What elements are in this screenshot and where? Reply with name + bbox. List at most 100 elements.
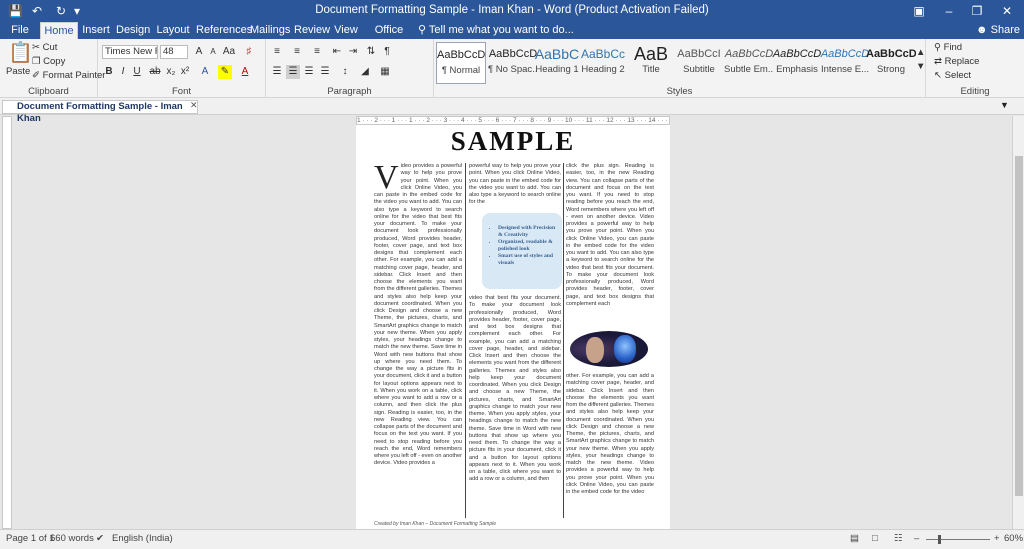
- horizontal-ruler[interactable]: 1 · · · 2 · · · 1 · · · 1 · · · 2 · · · …: [356, 116, 670, 125]
- bullet-list: Designed with Precision & Creativity Org…: [498, 225, 558, 267]
- read-mode-icon[interactable]: ▤: [850, 530, 859, 548]
- word-count[interactable]: 660 words: [50, 530, 94, 548]
- proofing-icon[interactable]: ✔: [96, 530, 104, 548]
- share-button[interactable]: ☻ Share: [976, 22, 1020, 39]
- line-spacing-icon[interactable]: ↕: [338, 65, 352, 79]
- column-2-top-text: powerful way to help you prove your poin…: [469, 163, 561, 206]
- tab-file[interactable]: File: [6, 22, 34, 39]
- zoom-slider-handle[interactable]: [938, 535, 941, 544]
- paste-icon[interactable]: 📋: [8, 43, 33, 63]
- tab-mailings[interactable]: Mailings: [250, 22, 290, 39]
- numbering-icon[interactable]: ≡: [290, 45, 304, 59]
- tab-review[interactable]: Review: [294, 22, 330, 39]
- underline-button[interactable]: U: [130, 65, 144, 79]
- cut-label: Cut: [42, 42, 58, 53]
- tab-list-dropdown-icon[interactable]: ▼: [1000, 100, 1009, 110]
- text-effects-icon[interactable]: A: [198, 65, 212, 79]
- show-marks-icon[interactable]: ¶: [380, 45, 394, 59]
- shading-icon[interactable]: ◢: [358, 65, 372, 79]
- justify-icon[interactable]: ☰: [318, 65, 332, 79]
- print-layout-icon[interactable]: □: [872, 530, 878, 548]
- tab-home[interactable]: Home: [40, 22, 78, 39]
- italic-button[interactable]: I: [116, 65, 130, 79]
- paragraph-group: ≡ ≡ ≡ ⇤ ⇥ ⇅ ¶ ☰ ☰ ☰ ☰ ↕ ◢ ▦ Paragraph: [266, 39, 434, 98]
- style-subtitle[interactable]: AaBbCcI Subtitle: [674, 42, 724, 84]
- document-tab[interactable]: Document Formatting Sample - Iman Khan: [2, 100, 198, 124]
- style-title[interactable]: AaB Title: [626, 42, 676, 84]
- format-painter-button[interactable]: ✐ Format Painter: [32, 70, 105, 82]
- tab-view[interactable]: View: [334, 22, 358, 39]
- scroll-thumb[interactable]: [1015, 156, 1023, 496]
- restore-button[interactable]: ❐: [962, 0, 992, 22]
- font-name-input[interactable]: Times New Ro: [102, 45, 158, 59]
- vertical-ruler[interactable]: [2, 116, 12, 529]
- align-left-icon[interactable]: ☰: [270, 65, 284, 79]
- replace-button[interactable]: ⇄ Replace: [934, 56, 979, 68]
- style-normal[interactable]: AaBbCcD ¶ Normal: [436, 42, 486, 84]
- clear-formatting-icon[interactable]: ♯: [242, 45, 256, 59]
- tell-me-box[interactable]: ⚲ Tell me what you want to do...: [418, 22, 574, 39]
- bullets-icon[interactable]: ≡: [270, 45, 284, 59]
- font-color-icon[interactable]: A: [238, 65, 252, 79]
- oval-picture[interactable]: [570, 331, 648, 367]
- styles-scroll-down-icon[interactable]: ▼: [916, 61, 925, 73]
- increase-indent-icon[interactable]: ⇥: [346, 45, 360, 59]
- close-button[interactable]: ✕: [992, 0, 1022, 22]
- zoom-in-icon[interactable]: +: [994, 530, 1000, 548]
- vertical-scrollbar[interactable]: [1012, 116, 1024, 529]
- tab-office-tab[interactable]: Office Tab: [366, 22, 412, 53]
- subscript-button[interactable]: x₂: [164, 65, 178, 79]
- style-heading-1[interactable]: AaBbC Heading 1: [532, 42, 582, 84]
- tab-insert[interactable]: Insert: [82, 22, 110, 39]
- decrease-indent-icon[interactable]: ⇤: [330, 45, 344, 59]
- bullet-item: Smart use of styles and visuals: [498, 253, 558, 267]
- align-center-icon[interactable]: ☰: [286, 65, 300, 79]
- zoom-slider[interactable]: [926, 539, 990, 540]
- cut-button[interactable]: ✂ Cut: [32, 42, 57, 54]
- document-page[interactable]: SAMPLE Video provides a powerful way to …: [356, 125, 670, 529]
- find-button[interactable]: ⚲ Find: [934, 42, 962, 54]
- ribbon-display-icon[interactable]: ▣: [904, 0, 934, 22]
- highlight-icon[interactable]: ✎: [218, 65, 232, 79]
- multilevel-list-icon[interactable]: ≡: [310, 45, 324, 59]
- tab-references[interactable]: References: [196, 22, 252, 39]
- page-count[interactable]: Page 1 of 1: [6, 530, 55, 548]
- change-case-icon[interactable]: Aa: [222, 45, 236, 59]
- styles-scroll-up-icon[interactable]: ▲: [916, 47, 925, 59]
- copy-button[interactable]: ❐ Copy: [32, 56, 65, 68]
- font-group: Times New Ro 48 A A Aa ♯ B I U ab x₂ x² …: [98, 39, 266, 98]
- ruler-ticks: 1 · · · 2 · · · 1 · · · 1 · · · 2 · · · …: [357, 117, 668, 124]
- web-layout-icon[interactable]: ☷: [894, 530, 903, 548]
- bullet-callout-box: Designed with Precision & Creativity Org…: [482, 213, 562, 289]
- grow-font-icon[interactable]: A: [192, 45, 206, 59]
- minimize-button[interactable]: –: [934, 0, 964, 22]
- style-name: Emphasis: [776, 64, 818, 75]
- bold-button[interactable]: B: [102, 65, 116, 79]
- person-icon: ☻: [976, 24, 991, 36]
- style-strong[interactable]: AaBbCcD Strong: [866, 42, 916, 84]
- style-no-spacing[interactable]: AaBbCcD ¶ No Spac...: [488, 42, 538, 84]
- paste-button[interactable]: Paste: [6, 66, 30, 78]
- sort-icon[interactable]: ⇅: [364, 45, 378, 59]
- select-button[interactable]: ↖ Select: [934, 70, 971, 82]
- shrink-font-icon[interactable]: A: [206, 45, 220, 59]
- superscript-button[interactable]: x²: [178, 65, 192, 79]
- zoom-level[interactable]: 60%: [1004, 530, 1023, 548]
- style-subtle-emphasis[interactable]: AaBbCcD Subtle Em...: [724, 42, 774, 84]
- column-divider: [465, 163, 466, 518]
- align-right-icon[interactable]: ☰: [302, 65, 316, 79]
- tab-design[interactable]: Design: [116, 22, 150, 39]
- style-heading-2[interactable]: AaBbCc Heading 2: [578, 42, 628, 84]
- close-document-tab-icon[interactable]: ✕: [190, 100, 198, 111]
- borders-icon[interactable]: ▦: [378, 65, 392, 79]
- language-indicator[interactable]: English (India): [112, 530, 173, 548]
- style-emphasis[interactable]: AaBbCcD Emphasis: [772, 42, 822, 84]
- column-divider: [563, 163, 564, 518]
- font-size-input[interactable]: 48: [160, 45, 188, 59]
- style-intense-emphasis[interactable]: AaBbCcD Intense E...: [820, 42, 870, 84]
- style-name: Heading 1: [535, 64, 579, 75]
- zoom-out-icon[interactable]: –: [914, 530, 919, 548]
- styles-gallery: AaBbCcD ¶ Normal AaBbCcD ¶ No Spac... AaBb…: [434, 39, 926, 98]
- strikethrough-button[interactable]: ab: [148, 65, 162, 79]
- tab-layout[interactable]: Layout: [156, 22, 190, 39]
